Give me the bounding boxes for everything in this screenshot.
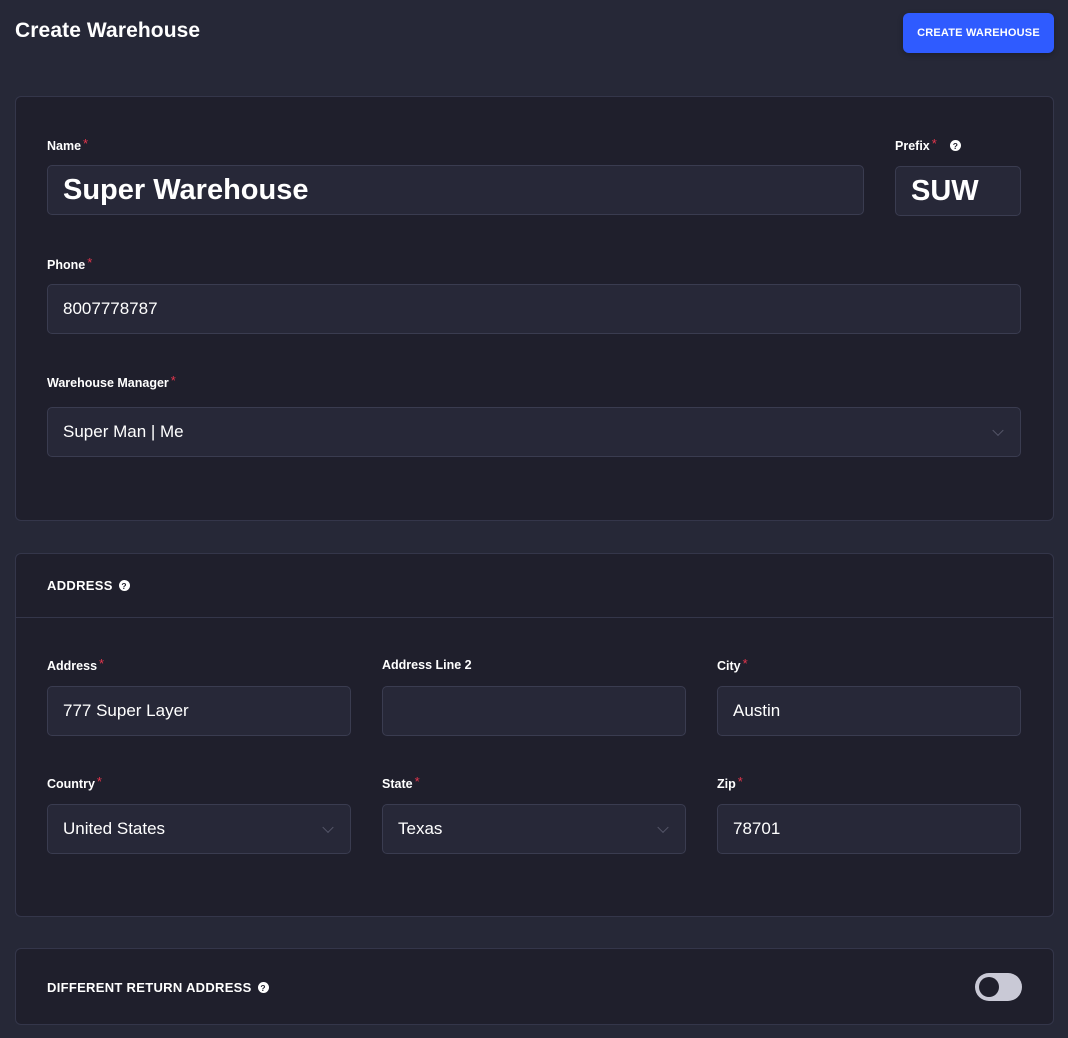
- prefix-input-value: SUW: [911, 174, 979, 207]
- state-select[interactable]: Texas: [382, 804, 686, 854]
- address2-label-text: Address Line 2: [382, 658, 472, 672]
- phone-input-value: 8007778787: [63, 299, 158, 318]
- create-warehouse-page: Create Warehouse CREATE WAREHOUSE Name * …: [0, 0, 1068, 1038]
- country-label: Country *: [47, 774, 102, 791]
- section-divider: [16, 617, 1053, 618]
- phone-label-text: Phone: [47, 258, 86, 272]
- state-label: State *: [382, 774, 420, 791]
- name-input-value: Super Warehouse: [63, 173, 309, 206]
- city-label: City *: [717, 656, 748, 673]
- name-label-text: Name: [47, 139, 82, 153]
- name-label: Name *: [47, 136, 89, 153]
- country-select-value: United States: [63, 819, 166, 838]
- city-input-value: Austin: [733, 701, 781, 720]
- address-line-2-label: Address Line 2: [382, 658, 472, 672]
- zip-input[interactable]: 78701: [717, 804, 1021, 854]
- required-marker: *: [96, 774, 102, 789]
- return-address-title: DIFFERENT RETURN ADDRESS?: [47, 980, 269, 995]
- help-icon[interactable]: ?: [949, 140, 961, 152]
- state-select-value: Texas: [398, 819, 443, 838]
- chevron-down-icon: [657, 821, 669, 834]
- address-label-text: Address: [47, 659, 98, 673]
- name-input[interactable]: Super Warehouse: [47, 165, 864, 215]
- required-marker: *: [99, 656, 105, 671]
- return-address-title-text: DIFFERENT RETURN ADDRESS: [47, 980, 252, 995]
- zip-label: Zip *: [717, 774, 743, 791]
- zip-label-text: Zip: [717, 777, 736, 791]
- warehouse-manager-select[interactable]: Super Man | Me: [47, 407, 1021, 457]
- required-marker: *: [737, 774, 743, 789]
- manager-label-text: Warehouse Manager: [47, 376, 169, 390]
- required-marker: *: [931, 136, 937, 151]
- manager-select-value: Super Man | Me: [63, 422, 184, 441]
- address-section-title: ADDRESS?: [47, 578, 130, 593]
- phone-label: Phone *: [47, 255, 93, 272]
- address-line-2-input[interactable]: [382, 686, 686, 736]
- city-input[interactable]: Austin: [717, 686, 1021, 736]
- create-warehouse-button[interactable]: CREATE WAREHOUSE: [903, 13, 1054, 53]
- country-label-text: Country: [47, 777, 95, 791]
- city-label-text: City: [717, 659, 741, 673]
- address-label: Address *: [47, 656, 105, 673]
- return-address-card: DIFFERENT RETURN ADDRESS?: [15, 948, 1054, 1025]
- address-section-title-text: ADDRESS: [47, 578, 113, 593]
- required-marker: *: [170, 373, 176, 388]
- general-info-card: Name * Super Warehouse Prefix *? SUW Phone…: [15, 96, 1054, 521]
- help-icon[interactable]: ?: [257, 982, 269, 994]
- required-marker: *: [742, 656, 748, 671]
- toggle-knob: [979, 977, 999, 997]
- help-icon[interactable]: ?: [118, 580, 130, 592]
- return-address-toggle[interactable]: [975, 973, 1022, 1001]
- page-title: Create Warehouse: [15, 19, 201, 42]
- phone-input[interactable]: 8007778787: [47, 284, 1021, 334]
- required-marker: *: [414, 774, 420, 789]
- address-input-value: 777 Super Layer: [63, 701, 189, 720]
- chevron-down-icon: [992, 424, 1004, 437]
- state-label-text: State: [382, 777, 413, 791]
- warehouse-manager-label: Warehouse Manager *: [47, 373, 176, 390]
- prefix-label-text: Prefix: [895, 139, 930, 153]
- prefix-label: Prefix *?: [895, 136, 961, 153]
- chevron-down-icon: [322, 821, 334, 834]
- country-select[interactable]: United States: [47, 804, 351, 854]
- address-card: ADDRESS? Address * 777 Super Layer Addres…: [15, 553, 1054, 917]
- zip-input-value: 78701: [733, 819, 781, 838]
- required-marker: *: [87, 255, 93, 270]
- address-input[interactable]: 777 Super Layer: [47, 686, 351, 736]
- prefix-input[interactable]: SUW: [895, 166, 1021, 216]
- required-marker: *: [83, 136, 89, 151]
